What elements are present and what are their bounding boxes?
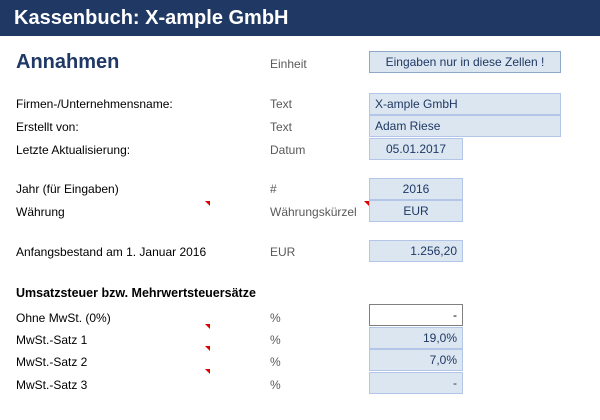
comment-marker[interactable]: [205, 346, 210, 351]
last-update-label: Letzte Aktualisierung:: [16, 143, 131, 157]
created-by-label: Erstellt von:: [16, 120, 79, 134]
company-name-unit: Text: [270, 97, 293, 111]
year-label: Jahr (für Eingaben): [16, 182, 119, 196]
comment-marker[interactable]: [205, 369, 210, 374]
vat-row-unit: %: [270, 311, 281, 325]
vat-row-unit: %: [270, 333, 281, 347]
vat-rate-input[interactable]: -: [369, 372, 463, 394]
workbook-title: Kassenbuch: X-ample GmbH: [14, 7, 289, 29]
opening-balance-input[interactable]: 1.256,20: [369, 240, 463, 262]
vat-row-label: MwSt.-Satz 2: [16, 355, 88, 369]
vat-rate-input[interactable]: 19,0%: [369, 327, 463, 349]
created-by-unit: Text: [270, 120, 293, 134]
vat-rate-input[interactable]: 7,0%: [369, 349, 463, 371]
currency-label: Währung: [16, 205, 65, 219]
currency-input[interactable]: EUR: [369, 200, 463, 222]
unit-column-header: Einheit: [270, 57, 307, 71]
vat-section-title: Umsatzsteuer bzw. Mehrwertsteuersätze: [16, 286, 256, 300]
company-name-label: Firmen-/Unternehmensname:: [16, 97, 173, 111]
year-unit: #: [270, 182, 277, 196]
currency-unit: Währungskürzel: [270, 205, 357, 219]
year-input[interactable]: 2016: [369, 178, 463, 200]
last-update-input[interactable]: 05.01.2017: [369, 138, 463, 160]
vat-row-unit: %: [270, 378, 281, 392]
vat-row-unit: %: [270, 355, 281, 369]
comment-marker[interactable]: [205, 324, 210, 329]
title-banner: Kassenbuch: X-ample GmbH: [0, 0, 600, 36]
created-by-input[interactable]: Adam Riese: [369, 115, 561, 137]
opening-balance-unit: EUR: [270, 245, 296, 259]
comment-marker[interactable]: [205, 201, 210, 206]
input-hint-cell[interactable]: Eingaben nur in diese Zellen !: [369, 51, 561, 73]
company-name-input[interactable]: X-ample GmbH: [369, 93, 561, 115]
vat-row-label: MwSt.-Satz 3: [16, 378, 88, 392]
last-update-unit: Datum: [270, 143, 306, 157]
opening-balance-label: Anfangsbestand am 1. Januar 2016: [16, 245, 207, 259]
vat-row-label: Ohne MwSt. (0%): [16, 311, 111, 325]
vat-rate-input[interactable]: -: [369, 304, 463, 326]
vat-row-label: MwSt.-Satz 1: [16, 333, 88, 347]
section-heading-annahmen: Annahmen: [16, 51, 120, 73]
